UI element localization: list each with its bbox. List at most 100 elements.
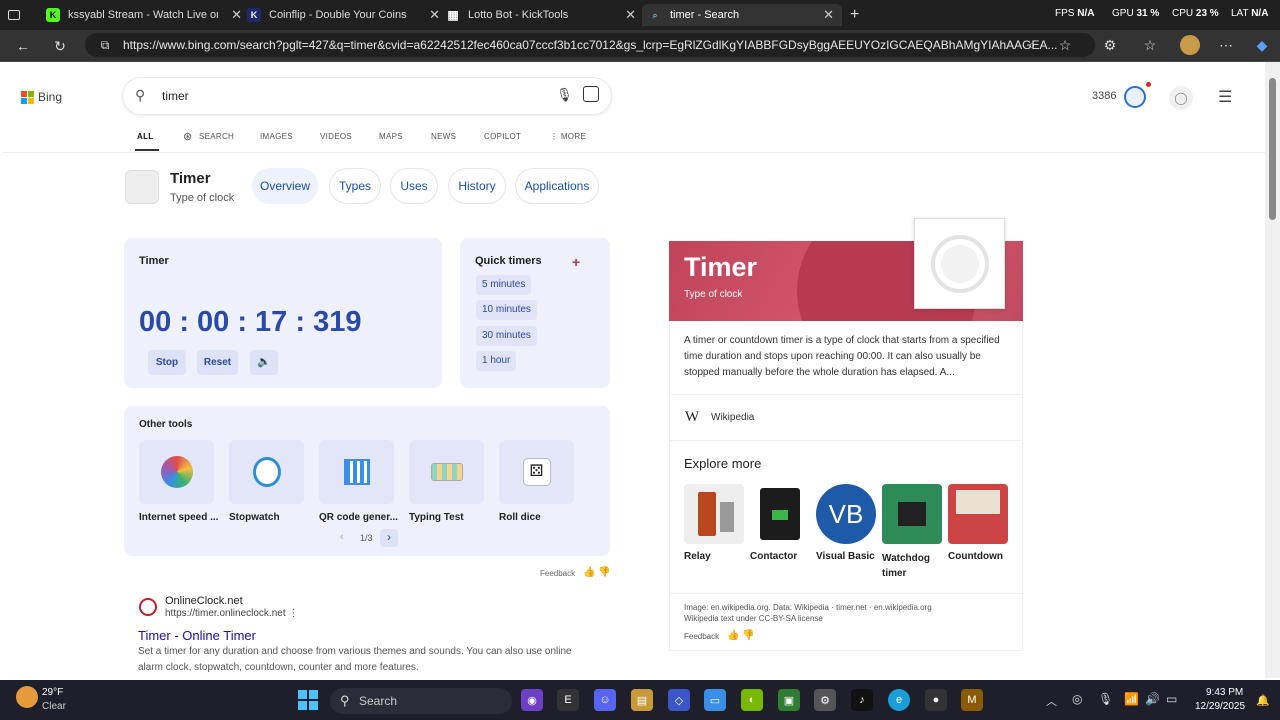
explore-relay-image[interactable] bbox=[684, 484, 744, 544]
zoom-icon[interactable]: ⌕ bbox=[1022, 35, 1042, 55]
discord-icon[interactable]: ☺ bbox=[594, 689, 616, 711]
feedback-link[interactable]: Feedback bbox=[540, 569, 575, 578]
site-info-icon[interactable]: ⧉ bbox=[95, 35, 115, 55]
user-icon[interactable]: ◯ bbox=[1169, 86, 1193, 110]
extensions-icon[interactable]: ⚙ bbox=[1100, 35, 1120, 55]
explore-contactor-image[interactable] bbox=[750, 484, 810, 544]
wifi-icon[interactable]: 📶 bbox=[1124, 692, 1139, 706]
app-icon[interactable]: ◉ bbox=[521, 689, 543, 711]
app-window-icon[interactable]: ▭ bbox=[704, 689, 726, 711]
explore-label[interactable]: Visual Basic bbox=[816, 551, 875, 562]
kp-feedback-link[interactable]: Feedback bbox=[684, 632, 719, 641]
address-bar[interactable]: https://www.bing.com/search?pglt=427&q=t… bbox=[85, 33, 1095, 57]
thumbs-down-icon[interactable]: 👎 bbox=[742, 630, 754, 641]
explore-label[interactable]: Countdown bbox=[948, 551, 1003, 562]
edge-browser-icon[interactable]: e bbox=[888, 689, 910, 711]
close-icon[interactable]: ✕ bbox=[823, 7, 834, 23]
stop-button[interactable]: Stop bbox=[148, 350, 186, 375]
nav-more[interactable]: ⋮ MORE bbox=[550, 132, 586, 141]
nav-images[interactable]: IMAGES bbox=[260, 132, 293, 141]
volume-icon[interactable]: 🔊 bbox=[1145, 692, 1160, 706]
weather-icon[interactable] bbox=[16, 686, 38, 708]
clock-time[interactable]: 9:43 PM bbox=[1206, 687, 1243, 698]
add-timer-button[interactable]: + bbox=[572, 254, 580, 270]
search-box[interactable]: ⚲ timer 🎙 bbox=[123, 78, 611, 114]
chevron-up-icon[interactable]: ︿ bbox=[1046, 693, 1057, 709]
pill-types[interactable]: Types bbox=[329, 168, 381, 204]
copilot-icon[interactable]: ◆ bbox=[1252, 35, 1272, 55]
nav-videos[interactable]: VIDEOS bbox=[320, 132, 352, 141]
visual-search-icon[interactable] bbox=[583, 86, 599, 102]
nav-news[interactable]: NEWS bbox=[431, 132, 456, 141]
close-icon[interactable]: ✕ bbox=[429, 7, 440, 23]
thumbs-down-icon[interactable]: 👎 bbox=[598, 567, 610, 578]
rewards-icon[interactable] bbox=[1124, 86, 1146, 108]
tool-qr-code[interactable] bbox=[319, 440, 394, 504]
refresh-icon[interactable]: ↻ bbox=[50, 36, 70, 56]
back-arrow-icon[interactable]: ← bbox=[13, 36, 33, 56]
app-icon[interactable]: M bbox=[961, 689, 983, 711]
result-site-name[interactable]: OnlineClock.net bbox=[165, 595, 243, 607]
kp-source-link[interactable]: Wikipedia bbox=[711, 412, 754, 423]
reset-button[interactable]: Reset bbox=[197, 350, 238, 375]
explore-countdown-image[interactable] bbox=[948, 484, 1008, 544]
nav-all[interactable]: ALL bbox=[137, 132, 153, 141]
quick-timer-5min[interactable]: 5 minutes bbox=[476, 275, 532, 295]
new-tab-button[interactable]: + bbox=[850, 4, 866, 26]
weather-temp[interactable]: 29°F bbox=[42, 687, 63, 698]
favorites-icon[interactable]: ☆ bbox=[1140, 35, 1160, 55]
kp-main-image[interactable] bbox=[914, 218, 1005, 309]
battery-icon[interactable]: ▭ bbox=[1166, 692, 1177, 706]
tab-bing-timer[interactable]: ⌕ timer - Search ✕ bbox=[642, 4, 842, 26]
hamburger-menu-icon[interactable]: ☰ bbox=[1218, 87, 1232, 107]
quick-timer-10min[interactable]: 10 minutes bbox=[476, 300, 537, 320]
pager-prev-icon[interactable]: ‹ bbox=[340, 531, 344, 543]
close-icon[interactable]: ✕ bbox=[231, 7, 242, 23]
rewards-points[interactable]: 3386 bbox=[1092, 90, 1116, 102]
obs-icon[interactable]: ● bbox=[925, 689, 947, 711]
pill-overview[interactable]: Overview bbox=[252, 168, 318, 204]
result-title-link[interactable]: Timer - Online Timer bbox=[138, 628, 256, 643]
close-icon[interactable]: ✕ bbox=[625, 7, 636, 23]
explore-visual-basic-image[interactable]: VB bbox=[816, 484, 876, 544]
pager-next-icon[interactable]: › bbox=[380, 529, 398, 547]
tool-stopwatch[interactable] bbox=[229, 440, 304, 504]
scrollbar-thumb[interactable] bbox=[1269, 78, 1276, 220]
tiktok-icon[interactable]: ♪ bbox=[851, 689, 873, 711]
explore-label[interactable]: Watchdog timer bbox=[882, 551, 942, 581]
file-explorer-icon[interactable]: ▤ bbox=[631, 689, 653, 711]
clock-date[interactable]: 12/29/2025 bbox=[1195, 701, 1245, 712]
nav-copilot[interactable]: COPILOT bbox=[484, 132, 521, 141]
visual-studio-icon[interactable]: ◇ bbox=[668, 689, 690, 711]
thumbs-up-icon[interactable]: 👍 bbox=[727, 630, 739, 641]
favorite-star-icon[interactable]: ☆ bbox=[1055, 35, 1075, 55]
result-url[interactable]: https://timer.onlineclock.net ⋮ bbox=[165, 608, 298, 619]
tool-roll-dice[interactable]: ⚄ bbox=[499, 440, 574, 504]
tab-lotto[interactable]: ▦ Lotto Bot - KickTools ✕ bbox=[446, 4, 636, 26]
pill-applications[interactable]: Applications bbox=[515, 168, 599, 204]
notifications-bell-icon[interactable]: 🔔 bbox=[1256, 694, 1270, 707]
tool-internet-speed[interactable] bbox=[139, 440, 214, 504]
explore-label[interactable]: Contactor bbox=[750, 551, 797, 562]
microphone-icon[interactable]: 🎙 bbox=[1098, 692, 1113, 706]
windows-start-icon[interactable] bbox=[297, 689, 319, 711]
nav-maps[interactable]: MAPS bbox=[379, 132, 403, 141]
bing-logo[interactable]: Bing bbox=[21, 90, 62, 104]
nav-search[interactable]: SEARCH bbox=[199, 132, 234, 141]
sound-toggle-icon[interactable]: 🔈 bbox=[250, 350, 278, 375]
tool-typing-test[interactable] bbox=[409, 440, 484, 504]
app-icon[interactable]: ▣ bbox=[778, 689, 800, 711]
tab-actions-icon[interactable] bbox=[8, 4, 28, 26]
pill-uses[interactable]: Uses bbox=[390, 168, 438, 204]
weather-condition[interactable]: Clear bbox=[42, 701, 66, 712]
thumbs-up-icon[interactable]: 👍 bbox=[583, 567, 595, 578]
search-input[interactable]: timer bbox=[162, 89, 189, 103]
microphone-icon[interactable]: 🎙 bbox=[556, 87, 573, 103]
tray-app-icon[interactable]: ◎ bbox=[1072, 692, 1082, 706]
tab-kick[interactable]: K kssyabl Stream - Watch Live on Ki ✕ bbox=[46, 4, 242, 26]
epic-games-icon[interactable]: E bbox=[557, 689, 579, 711]
more-menu-icon[interactable]: ⋯ bbox=[1216, 35, 1236, 55]
explore-watchdog-image[interactable] bbox=[882, 484, 942, 544]
quick-timer-30min[interactable]: 30 minutes bbox=[476, 326, 537, 346]
quick-timer-1hour[interactable]: 1 hour bbox=[476, 351, 517, 371]
